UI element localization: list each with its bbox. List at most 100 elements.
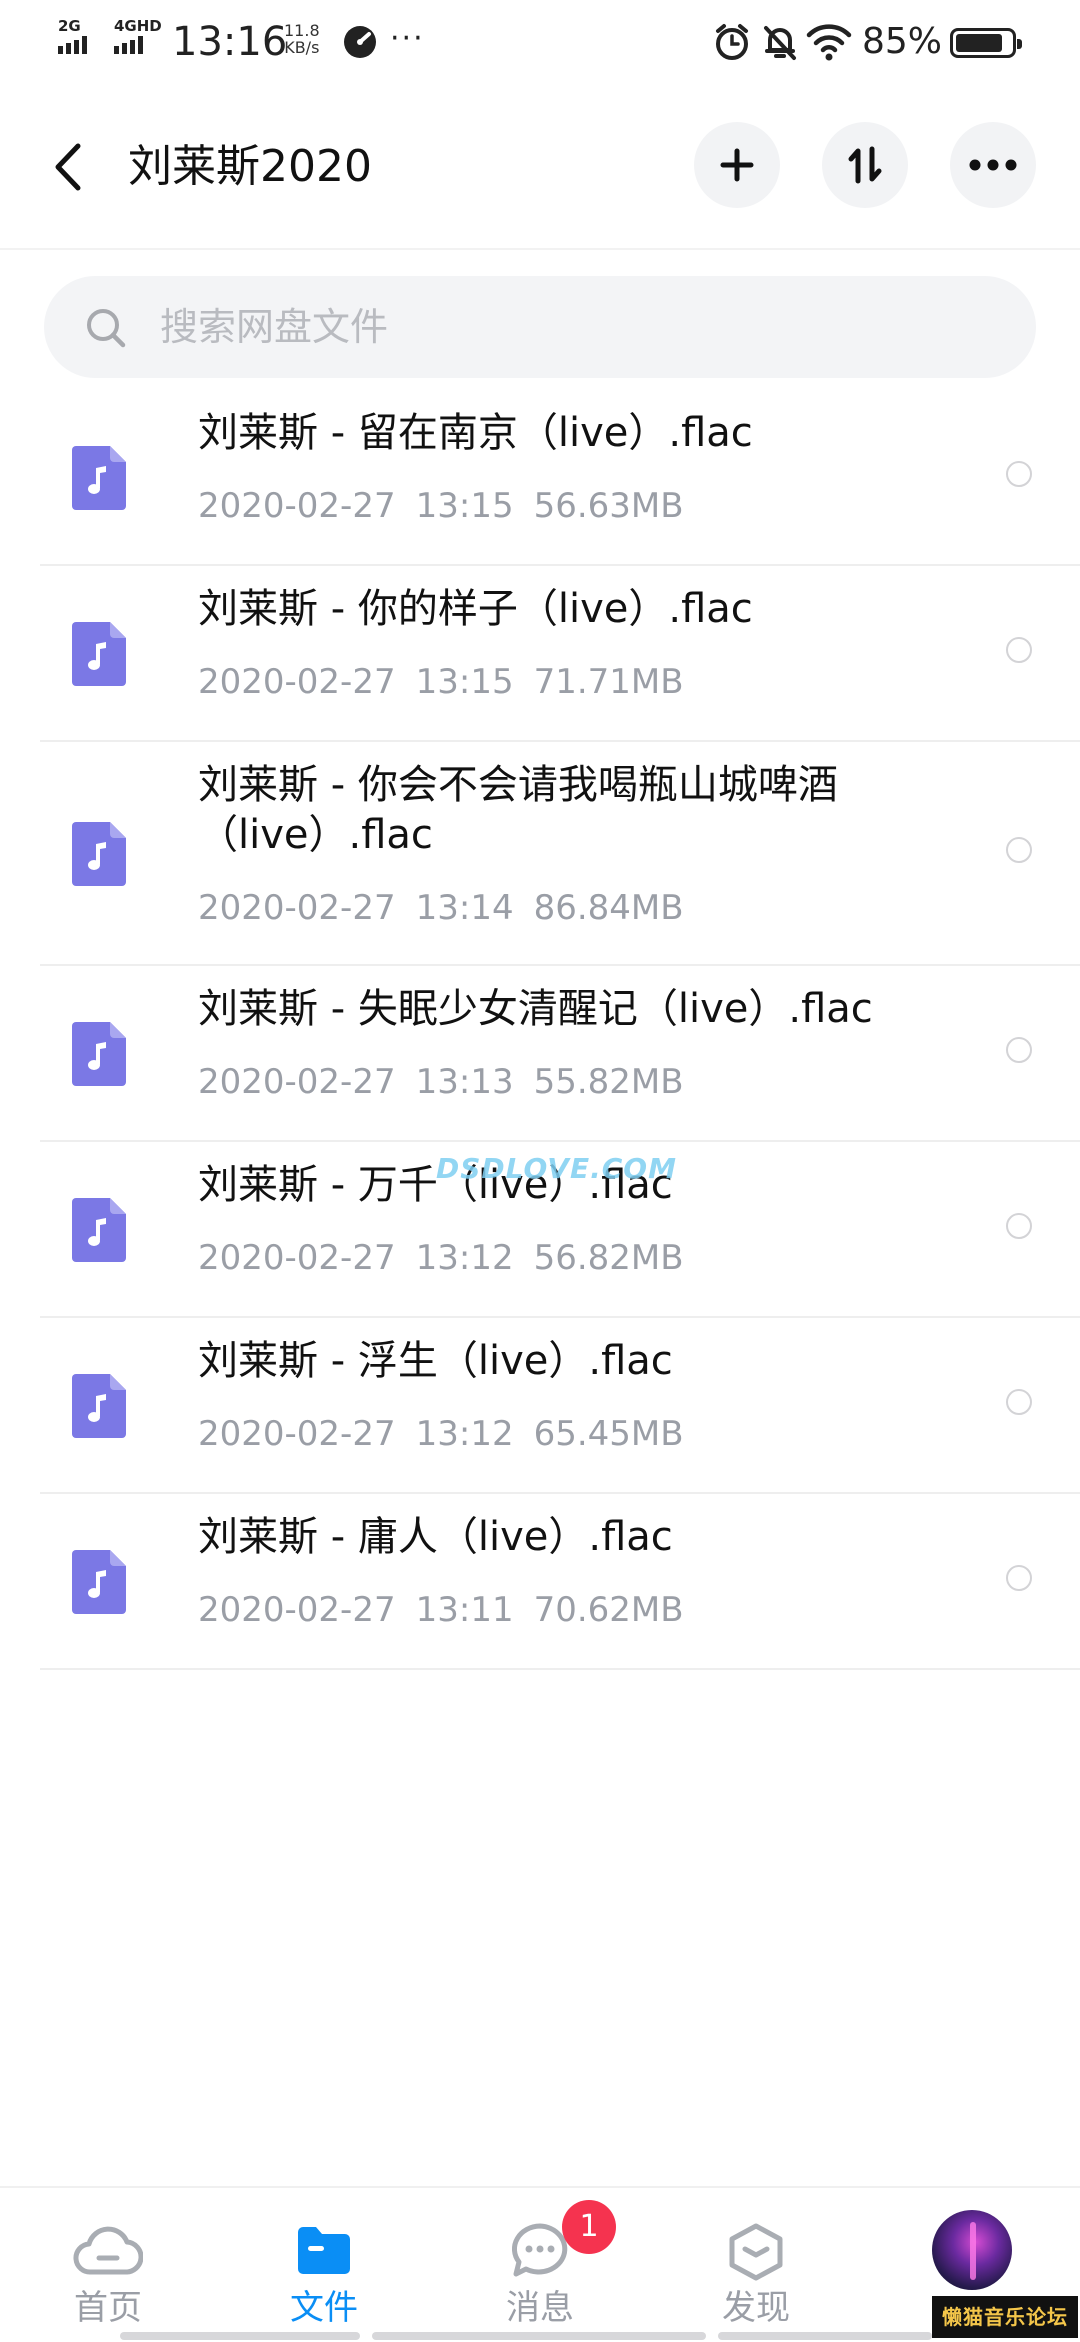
file-meta: 2020-02-27 13:15 56.63MB: [198, 484, 684, 528]
network-speed-unit: KB/s: [284, 38, 320, 57]
file-date: 2020-02-27: [198, 888, 396, 928]
file-row[interactable]: 刘莱斯 - 失眠少女清醒记（live）.flac 2020-02-27 13:13 5…: [0, 966, 1080, 1142]
chevron-left-icon: [55, 143, 81, 191]
nav-home[interactable]: 首页: [28, 2188, 188, 2342]
nav-home-label: 首页: [74, 2288, 142, 2328]
file-meta: 2020-02-27 13:12 65.45MB: [198, 1412, 684, 1456]
status-more-icon: ···: [390, 21, 425, 56]
gauge-icon: [342, 24, 378, 64]
avatar[interactable]: [932, 2210, 1012, 2290]
file-date: 2020-02-27: [198, 486, 396, 526]
file-name: 刘莱斯 - 失眠少女清醒记（live）.flac: [198, 986, 873, 1032]
file-size: 70.62MB: [533, 1590, 684, 1630]
nav-files[interactable]: 文件: [244, 2188, 404, 2342]
file-name: 刘莱斯 - 浮生（live）.flac: [198, 1338, 673, 1384]
bell-off-icon: [760, 22, 800, 66]
folder-icon: [294, 2222, 354, 2282]
file-time: 13:15: [415, 662, 514, 702]
file-date: 2020-02-27: [198, 1590, 396, 1630]
cloud-icon: [73, 2222, 144, 2282]
bottom-nav: 首页 文件 消息 1 发现: [0, 2186, 1080, 2342]
file-row[interactable]: 刘莱斯 - 留在南京（live）.flac 2020-02-27 13:15 56.6…: [0, 390, 1080, 566]
signal-bars-icon: [58, 36, 87, 54]
file-time: 13:11: [415, 1590, 514, 1630]
file-time: 13:12: [415, 1238, 514, 1278]
battery-fill: [956, 34, 1002, 52]
sort-button[interactable]: [822, 122, 908, 208]
nav-files-label: 文件: [290, 2288, 358, 2328]
select-radio[interactable]: [1006, 637, 1032, 663]
sort-arrows-icon: [848, 146, 882, 184]
file-meta: 2020-02-27 13:13 55.82MB: [198, 1060, 684, 1104]
signal-bars-icon: [114, 36, 143, 54]
network-speed: 11.8 KB/s: [284, 22, 320, 56]
app-header: 刘莱斯2020: [0, 84, 1080, 250]
home-indicator: [120, 2332, 360, 2340]
file-size: 86.84MB: [533, 888, 684, 928]
search-input[interactable]: [160, 302, 860, 352]
nav-discover-label: 发现: [722, 2288, 790, 2328]
file-size: 71.71MB: [533, 662, 684, 702]
search-bar[interactable]: [44, 276, 1036, 378]
music-file-icon: [72, 446, 126, 510]
file-row[interactable]: 刘莱斯 - 庸人（live）.flac 2020-02-27 13:11 70.62M…: [0, 1494, 1080, 1670]
select-radio[interactable]: [1006, 1037, 1032, 1063]
messages-badge: 1: [562, 2200, 616, 2254]
file-date: 2020-02-27: [198, 662, 396, 702]
row-divider: [40, 1668, 1080, 1670]
more-button[interactable]: [950, 122, 1036, 208]
back-button[interactable]: [46, 140, 96, 194]
wifi-icon: [806, 22, 852, 66]
select-radio[interactable]: [1006, 837, 1032, 863]
file-time: 13:15: [415, 486, 514, 526]
file-meta: 2020-02-27 13:15 71.71MB: [198, 660, 684, 704]
music-file-icon: [72, 1198, 126, 1262]
signal-4g-label: 4GHD: [114, 17, 162, 35]
add-button[interactable]: [694, 122, 780, 208]
network-speed-value: 11.8: [284, 21, 320, 40]
file-size: 56.82MB: [533, 1238, 684, 1278]
music-file-icon: [72, 622, 126, 686]
alarm-icon: [712, 22, 752, 66]
file-name: 刘莱斯 - 你的样子（live）.flac: [198, 586, 753, 632]
discover-cube-icon: [727, 2222, 785, 2286]
select-radio[interactable]: [1006, 1213, 1032, 1239]
nav-discover[interactable]: 发现: [676, 2188, 836, 2342]
file-size: 55.82MB: [533, 1062, 684, 1102]
file-meta: 2020-02-27 13:14 86.84MB: [198, 886, 684, 930]
select-radio[interactable]: [1006, 461, 1032, 487]
file-time: 13:13: [415, 1062, 514, 1102]
music-file-icon: [72, 1022, 126, 1086]
file-date: 2020-02-27: [198, 1062, 396, 1102]
search-icon: [84, 306, 128, 354]
page-title: 刘莱斯2020: [128, 141, 372, 192]
chat-bubble-icon: [510, 2222, 570, 2284]
file-name: 刘莱斯 - 留在南京（live）.flac: [198, 410, 753, 456]
file-list: 刘莱斯 - 留在南京（live）.flac 2020-02-27 13:15 56.6…: [0, 390, 1080, 1670]
file-row[interactable]: 刘莱斯 - 你会不会请我喝瓶山城啤酒（live）.flac 2020-02-27 1…: [0, 742, 1080, 966]
home-indicator: [372, 2332, 706, 2340]
battery-percent: 85%: [862, 21, 943, 62]
file-date: 2020-02-27: [198, 1238, 396, 1278]
music-file-icon: [72, 822, 126, 886]
select-radio[interactable]: [1006, 1565, 1032, 1591]
select-radio[interactable]: [1006, 1389, 1032, 1415]
signal-2g: 2G: [58, 18, 87, 54]
file-time: 13:14: [415, 888, 514, 928]
music-file-icon: [72, 1374, 126, 1438]
status-bar: 2G 4GHD 13:16 11.8 KB/s ··· 85%: [0, 0, 1080, 84]
file-row[interactable]: 刘莱斯 - 你的样子（live）.flac 2020-02-27 13:15 71.7…: [0, 566, 1080, 742]
more-horizontal-icon: [969, 159, 1017, 171]
music-file-icon: [72, 1550, 126, 1614]
forum-watermark: 懒猫音乐论坛: [932, 2296, 1078, 2338]
plus-icon: [720, 148, 754, 182]
file-date: 2020-02-27: [198, 1414, 396, 1454]
file-meta: 2020-02-27 13:11 70.62MB: [198, 1588, 684, 1632]
file-row[interactable]: 刘莱斯 - 浮生（live）.flac 2020-02-27 13:12 65.45M…: [0, 1318, 1080, 1494]
signal-2g-label: 2G: [58, 17, 81, 35]
file-meta: 2020-02-27 13:12 56.82MB: [198, 1236, 684, 1280]
file-time: 13:12: [415, 1414, 514, 1454]
signal-4g: 4GHD: [114, 18, 162, 54]
file-size: 65.45MB: [533, 1414, 684, 1454]
file-name: 刘莱斯 - 你会不会请我喝瓶山城啤酒（live）.flac: [198, 762, 838, 858]
